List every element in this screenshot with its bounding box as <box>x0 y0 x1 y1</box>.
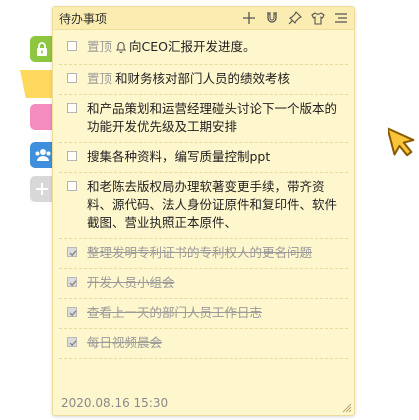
bell-icon <box>115 40 127 58</box>
todo-item[interactable]: 搜集各种资料，编写质量控制ppt <box>59 143 348 173</box>
todo-checkbox[interactable] <box>67 73 77 83</box>
check-icon <box>69 250 77 257</box>
todo-checkbox[interactable] <box>67 41 77 51</box>
todo-list: 置顶 向CEO汇报开发进度。 置顶 和财务核对部门人员的绩效考核 和产品策划和运营经理碰… <box>53 33 354 359</box>
check-icon <box>69 340 77 347</box>
skin-icon[interactable] <box>311 11 325 25</box>
todo-checkbox[interactable] <box>67 181 77 191</box>
todo-text: 和财务核对部门人员的绩效考核 <box>115 71 291 86</box>
note-titlebar[interactable]: 待办事项 <box>53 7 354 30</box>
todo-text: 搜集各种资料，编写质量控制ppt <box>87 149 271 164</box>
todo-item[interactable]: 每日视频晨会 <box>59 329 348 359</box>
add-icon[interactable] <box>242 11 256 25</box>
todo-item[interactable]: 置顶 向CEO汇报开发进度。 <box>59 33 348 65</box>
todo-item[interactable]: 查看上一天的部门人员工作日志 <box>59 299 348 329</box>
todo-checkbox-checked[interactable] <box>67 277 77 287</box>
note-title: 待办事项 <box>59 12 108 26</box>
check-icon <box>69 280 77 287</box>
todo-text: 向CEO汇报开发进度。 <box>129 39 256 54</box>
note-timestamp: 2020.08.16 15:30 <box>61 396 169 410</box>
todo-text: 查看上一天的部门人员工作日志 <box>87 305 263 320</box>
resize-grip-icon[interactable] <box>340 401 352 413</box>
todo-checkbox-checked[interactable] <box>67 307 77 317</box>
todo-item[interactable]: 和老陈去版权局办理软著变更手续，带齐资料、源代码、法人身份证原件和复印件、软件截… <box>59 173 348 239</box>
sticky-note: 待办事项 置顶 向CEO汇报开发进度。 置顶 和财务核对部门人员的绩效考核 和产品策划和… <box>52 6 355 416</box>
todo-item[interactable]: 整理发明专利证书的专利权人的更名问题 <box>59 239 348 269</box>
todo-item[interactable]: 开发人员小组会 <box>59 269 348 299</box>
lock-icon <box>37 42 47 56</box>
mouse-cursor-icon <box>388 127 415 157</box>
todo-text: 整理发明专利证书的专利权人的更名问题 <box>87 245 313 260</box>
todo-text: 和产品策划和运营经理碰头讨论下一个版本的功能开发优先级及工期安排 <box>87 101 338 134</box>
pinned-tag: 置顶 <box>87 71 113 86</box>
todo-item[interactable]: 和产品策划和运营经理碰头讨论下一个版本的功能开发优先级及工期安排 <box>59 95 348 143</box>
todo-text: 开发人员小组会 <box>87 275 175 290</box>
menu-icon[interactable] <box>334 11 348 25</box>
todo-text: 每日视频晨会 <box>87 335 163 350</box>
magnet-icon[interactable] <box>265 11 279 25</box>
check-icon <box>69 310 77 317</box>
pin-icon[interactable] <box>288 11 302 25</box>
todo-checkbox-checked[interactable] <box>67 337 77 347</box>
todo-item[interactable]: 置顶 和财务核对部门人员的绩效考核 <box>59 65 348 95</box>
add-icon <box>36 183 48 195</box>
todo-checkbox[interactable] <box>67 151 77 161</box>
users-icon <box>35 149 51 161</box>
note-toolbar <box>242 11 348 25</box>
todo-checkbox-checked[interactable] <box>67 247 77 257</box>
pinned-tag: 置顶 <box>87 39 113 54</box>
todo-checkbox[interactable] <box>67 103 77 113</box>
todo-text: 和老陈去版权局办理软著变更手续，带齐资料、源代码、法人身份证原件和复印件、软件截… <box>87 179 338 230</box>
